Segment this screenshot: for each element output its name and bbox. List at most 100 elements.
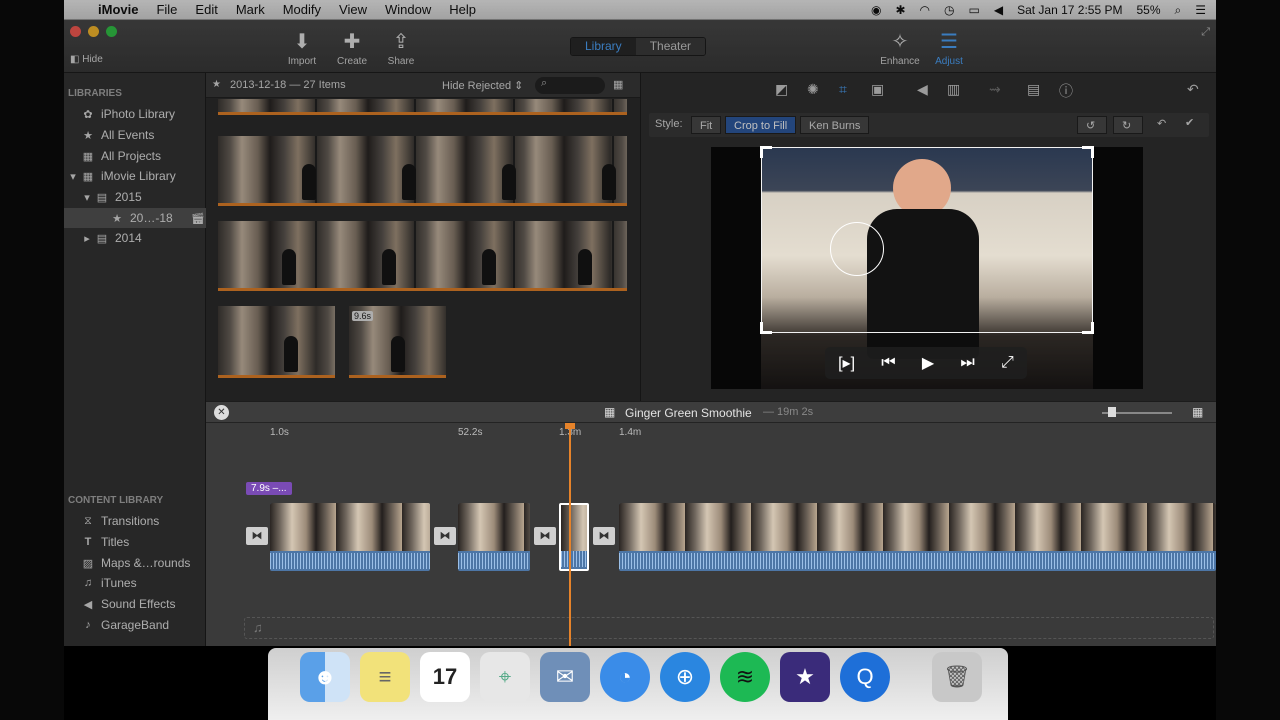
crop-handle[interactable] bbox=[760, 322, 772, 334]
rotate-right-icon[interactable]: ↻ bbox=[1113, 116, 1143, 134]
spotify-icon[interactable]: ≋ bbox=[720, 652, 770, 702]
safari-icon[interactable]: ⊕ bbox=[660, 652, 710, 702]
list-icon[interactable]: ☰ bbox=[1195, 3, 1206, 17]
transition-icon[interactable]: ⧓ bbox=[593, 527, 615, 545]
disclosure-open-icon[interactable]: ▾ bbox=[82, 191, 92, 204]
reset-crop-icon[interactable]: ↶ bbox=[1157, 117, 1166, 130]
play-icon[interactable]: ▶ bbox=[922, 353, 934, 373]
apply-crop-checkmark-icon[interactable]: ✔ bbox=[1185, 116, 1194, 129]
sidebar-item-2015[interactable]: ▾ ▤ 2015 bbox=[64, 187, 206, 207]
info-icon[interactable]: ⓘ bbox=[1059, 81, 1073, 101]
timeline-clip-selected[interactable] bbox=[559, 503, 589, 571]
style-fit-button[interactable]: Fit bbox=[691, 116, 722, 134]
clip-filter-icon[interactable]: ▤ bbox=[1027, 81, 1040, 98]
wifi-icon[interactable]: ◠ bbox=[920, 3, 930, 17]
disclosure-open-icon[interactable]: ▾ bbox=[68, 170, 78, 183]
sidebar-item-titles[interactable]: T Titles bbox=[64, 532, 206, 552]
import-button[interactable]: ⬇ Import bbox=[277, 30, 327, 67]
mail-stamp-icon[interactable]: ✉ bbox=[540, 652, 590, 702]
volume-icon[interactable]: ◀ bbox=[994, 3, 1003, 17]
timeline-settings-icon[interactable]: ▦ bbox=[1192, 405, 1203, 419]
menu-help[interactable]: Help bbox=[449, 2, 476, 17]
record-icon[interactable]: ◉ bbox=[871, 3, 881, 17]
stabilization-icon[interactable]: ▣ bbox=[871, 81, 884, 98]
volume-icon[interactable]: ◀ bbox=[917, 81, 928, 98]
transition-icon[interactable]: ⧓ bbox=[434, 527, 456, 545]
filmstrip-view-icon[interactable]: ▦ bbox=[613, 78, 623, 91]
color-correction-icon[interactable]: ✺ bbox=[807, 81, 819, 98]
crop-handle[interactable] bbox=[1082, 146, 1094, 158]
share-button[interactable]: ⇪ Share bbox=[376, 30, 426, 67]
search-icon[interactable]: ⌕ bbox=[1175, 3, 1182, 18]
airplay-icon[interactable]: ▭ bbox=[968, 3, 979, 17]
timeline-clip[interactable] bbox=[270, 503, 430, 571]
style-ken-burns-button[interactable]: Ken Burns bbox=[800, 116, 870, 134]
transition-icon[interactable]: ⧓ bbox=[534, 527, 556, 545]
timeline-clip[interactable] bbox=[458, 503, 530, 571]
style-crop-to-fill-button[interactable]: Crop to Fill bbox=[725, 116, 797, 134]
menu-edit[interactable]: Edit bbox=[195, 2, 217, 17]
time-machine-icon[interactable]: ◷ bbox=[944, 3, 954, 17]
clip-thumbnail[interactable] bbox=[218, 306, 335, 378]
tab-theater[interactable]: Theater bbox=[635, 38, 706, 55]
imovie-icon[interactable]: ★ bbox=[780, 652, 830, 702]
skip-back-icon[interactable]: ⏮ bbox=[881, 354, 895, 372]
sidebar-item-transitions[interactable]: ⧖ Transitions bbox=[64, 511, 206, 531]
filmstrip-row[interactable] bbox=[218, 99, 627, 115]
title-clip[interactable]: 7.9s –... bbox=[246, 482, 292, 495]
filmstrip-row[interactable] bbox=[218, 136, 627, 206]
close-project-icon[interactable]: ✕ bbox=[214, 405, 229, 420]
menu-file[interactable]: File bbox=[156, 2, 177, 17]
crop-rectangle[interactable] bbox=[760, 146, 1094, 334]
sidebar-item-event-2013-12-18[interactable]: ★ 20…-18 🎬︎ bbox=[64, 208, 206, 228]
hide-rejected-popup[interactable]: Hide Rejected ⇕ bbox=[442, 79, 523, 92]
menu-view[interactable]: View bbox=[339, 2, 367, 17]
fullscreen-icon[interactable]: ⤢ bbox=[1201, 26, 1210, 39]
crop-handle[interactable] bbox=[1082, 322, 1094, 334]
timeline-clip[interactable] bbox=[619, 503, 1216, 571]
tab-library[interactable]: Library bbox=[571, 38, 636, 55]
sidebar-item-2014[interactable]: ▸ ▤ 2014 bbox=[64, 228, 206, 248]
bluetooth-icon[interactable]: ✱ bbox=[895, 3, 905, 17]
sidebar-item-imovie-library[interactable]: ▾ ▦ iMovie Library bbox=[64, 166, 206, 186]
maps-icon[interactable]: ⌖ bbox=[480, 652, 530, 702]
search-input[interactable]: ⌕ bbox=[535, 77, 605, 94]
reset-all-icon[interactable]: ↶ bbox=[1187, 81, 1199, 98]
color-balance-icon[interactable]: ◩ bbox=[775, 81, 788, 98]
menu-window[interactable]: Window bbox=[385, 2, 431, 17]
zoom-window-button[interactable] bbox=[106, 26, 117, 37]
enhance-button[interactable]: ✧ Enhance bbox=[875, 30, 925, 67]
fullscreen-icon[interactable]: ⤢ bbox=[1001, 354, 1014, 372]
zoom-slider-knob[interactable] bbox=[1108, 407, 1116, 417]
menu-modify[interactable]: Modify bbox=[283, 2, 321, 17]
minimize-window-button[interactable] bbox=[88, 26, 99, 37]
sidebar-item-itunes[interactable]: ♫ iTunes bbox=[64, 573, 206, 593]
clip-thumbnail[interactable]: 9.6s bbox=[349, 306, 446, 378]
equalizer-icon[interactable]: ▥ bbox=[947, 81, 960, 98]
disclosure-closed-icon[interactable]: ▸ bbox=[82, 232, 92, 245]
sidebar-item-all-events[interactable]: ★ All Events bbox=[64, 125, 206, 145]
sidebar-item-all-projects[interactable]: ▦ All Projects bbox=[64, 146, 206, 166]
skip-forward-icon[interactable]: ⏭ bbox=[960, 354, 974, 372]
crop-handle[interactable] bbox=[760, 146, 772, 158]
finder-icon[interactable]: ☻ bbox=[300, 652, 350, 702]
calendar-icon[interactable]: 17 bbox=[420, 652, 470, 702]
create-button[interactable]: ✚ Create bbox=[327, 30, 377, 67]
adjust-button[interactable]: ☰ Adjust bbox=[924, 30, 974, 67]
stickies-icon[interactable]: ≡ bbox=[360, 652, 410, 702]
sidebar-item-garageband[interactable]: ♪ GarageBand bbox=[64, 615, 206, 635]
sidebar-item-iphoto-library[interactable]: ✿ iPhoto Library bbox=[64, 104, 206, 124]
transition-icon[interactable]: ⧓ bbox=[246, 527, 268, 545]
quicktime-icon[interactable]: Q bbox=[840, 652, 890, 702]
sidebar-item-maps-backgrounds[interactable]: ▨ Maps &…rounds bbox=[64, 553, 206, 573]
ken-burns-target-circle[interactable] bbox=[830, 222, 884, 276]
clock[interactable]: Sat Jan 17 2:55 PM bbox=[1017, 3, 1122, 17]
hide-libraries-button[interactable]: ◧ Hide bbox=[70, 54, 103, 65]
menu-mark[interactable]: Mark bbox=[236, 2, 265, 17]
filmstrip-row[interactable] bbox=[218, 221, 627, 291]
menu-app-name[interactable]: iMovie bbox=[98, 2, 138, 17]
music-well[interactable]: ♫ bbox=[244, 617, 1214, 639]
battery-percent[interactable]: 55% bbox=[1136, 3, 1160, 17]
rotate-left-icon[interactable]: ↺ bbox=[1077, 116, 1107, 134]
crop-icon[interactable]: ⌗ bbox=[839, 81, 847, 98]
